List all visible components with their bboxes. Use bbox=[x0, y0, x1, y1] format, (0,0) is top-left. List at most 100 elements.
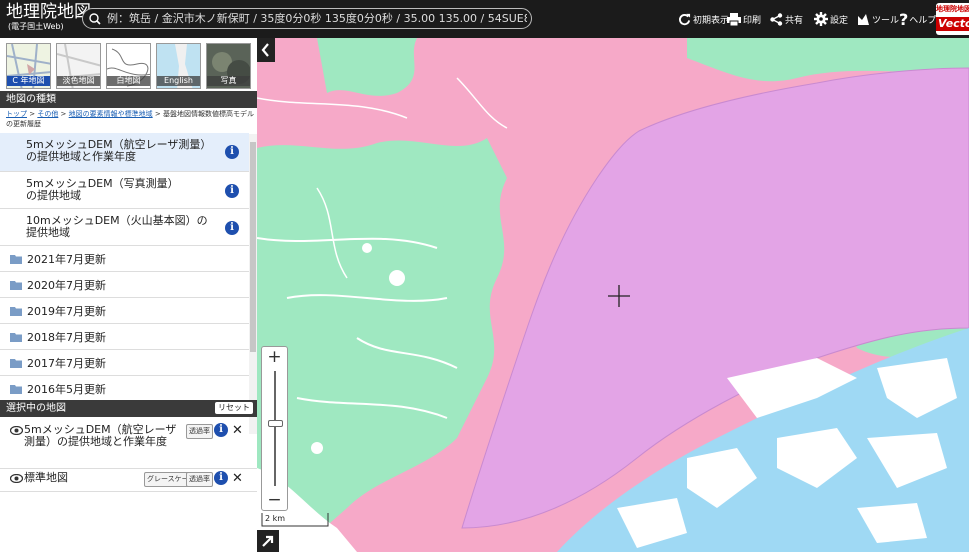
folder-icon bbox=[10, 306, 22, 316]
search-input[interactable] bbox=[105, 11, 529, 26]
folder-label: 2016年5月更新 bbox=[27, 382, 106, 396]
logo-subtitle: (電子国土Web) bbox=[8, 22, 64, 31]
vector-badge[interactable]: 地理院地図 Vector bbox=[936, 3, 969, 35]
folder-item[interactable]: 2019年7月更新 bbox=[0, 298, 249, 324]
zoom-slider-handle[interactable] bbox=[268, 419, 283, 427]
breadcrumb: トップ > その他 > 地図の要素情報や標準地域 > 基盤地図情報数値標高モデル… bbox=[6, 110, 254, 128]
layer-list: 5mメッシュDEM（航空レーザ測量）の提供地域と作業年度 i 5mメッシュDEM… bbox=[0, 133, 249, 433]
info-icon[interactable]: i bbox=[214, 423, 228, 437]
zoom-control: + − bbox=[261, 346, 288, 511]
selected-layer-label: 5mメッシュDEM（航空レーザ測量）の提供地域と作業年度 bbox=[24, 423, 177, 448]
selected-maps-title: 選択中の地図 bbox=[6, 403, 66, 414]
logo-title: 地理院地図 bbox=[6, 2, 91, 22]
base-map-selector: C 年地図 淡色地図 白地図 English 写真 bbox=[6, 43, 251, 91]
settings-button[interactable]: 設定 bbox=[814, 10, 848, 28]
map-green-area bbox=[317, 38, 417, 96]
settings-label: 設定 bbox=[830, 15, 849, 26]
info-icon[interactable]: i bbox=[225, 221, 239, 235]
base-map-english[interactable]: English bbox=[156, 43, 201, 89]
divider bbox=[0, 468, 257, 469]
breadcrumb-terrain[interactable]: 地図の要素情報や標準地域 bbox=[69, 110, 153, 118]
reset-button[interactable]: リセット bbox=[215, 402, 253, 414]
folder-item[interactable]: 2018年7月更新 bbox=[0, 324, 249, 350]
layer-item-dem10[interactable]: 10mメッシュDEM（火山基本図）の提供地域 i bbox=[0, 209, 249, 246]
base-map-standard[interactable]: C 年地図 bbox=[6, 43, 51, 89]
layer-item-label: 10mメッシュDEM（火山基本図）の提供地域 bbox=[26, 214, 208, 239]
folder-label: 2019年7月更新 bbox=[27, 304, 106, 318]
reset-view-label: 初期表示 bbox=[693, 15, 730, 26]
expand-arrow-icon bbox=[262, 535, 274, 547]
layer-panel: C 年地図 淡色地図 白地図 English 写真 地図の種類 トップ > その… bbox=[0, 38, 258, 552]
layer-item-label: 5mメッシュDEM（航空レーザ測量）の提供地域と作業年度 bbox=[26, 138, 212, 163]
folder-label: 2018年7月更新 bbox=[27, 330, 106, 344]
layer-item-dem5a[interactable]: 5mメッシュDEM（航空レーザ測量）の提供地域と作業年度 i bbox=[0, 133, 249, 172]
folder-label: 2017年7月更新 bbox=[27, 356, 106, 370]
map-layer bbox=[257, 38, 969, 552]
search-icon bbox=[89, 12, 101, 25]
folder-item[interactable]: 2017年7月更新 bbox=[0, 350, 249, 376]
transparency-button[interactable]: 透過率 bbox=[186, 424, 213, 439]
folder-item[interactable]: 2020年7月更新 bbox=[0, 272, 249, 298]
layer-tree-header: 地図の種類 bbox=[0, 91, 257, 108]
base-map-label: 写真 bbox=[207, 76, 250, 86]
selected-layer-dem: 5mメッシュDEM（航空レーザ測量）の提供地域と作業年度 透過率 i ✕ bbox=[0, 423, 257, 466]
map-white-patch bbox=[362, 243, 372, 253]
share-icon bbox=[770, 12, 783, 26]
eye-icon[interactable] bbox=[10, 426, 23, 435]
breadcrumb-top[interactable]: トップ bbox=[6, 110, 27, 118]
breadcrumb-other[interactable]: その他 bbox=[37, 110, 58, 118]
eye-icon[interactable] bbox=[10, 474, 23, 483]
refresh-icon bbox=[679, 13, 691, 25]
expand-map-button[interactable] bbox=[257, 530, 279, 552]
transparency-button[interactable]: 透過率 bbox=[186, 472, 213, 487]
zoom-out-button[interactable]: − bbox=[262, 490, 287, 510]
folder-icon bbox=[10, 280, 22, 290]
selected-maps-header: 選択中の地図 リセット bbox=[0, 400, 257, 417]
vector-badge-top: 地理院地図 bbox=[936, 5, 969, 13]
tools-label: ツール bbox=[872, 15, 900, 26]
print-label: 印刷 bbox=[743, 15, 762, 26]
tools-button[interactable]: ツール bbox=[857, 10, 899, 28]
selected-layer-standard: 標準地図 グレースケール 透過率 i ✕ bbox=[0, 471, 257, 488]
folder-icon bbox=[10, 332, 22, 342]
folder-icon bbox=[10, 254, 22, 264]
base-map-label: C 年地図 bbox=[7, 76, 50, 86]
folder-label: 2020年7月更新 bbox=[27, 278, 106, 292]
tools-icon bbox=[858, 13, 869, 25]
search-box[interactable] bbox=[82, 8, 532, 29]
base-map-label: English bbox=[157, 76, 200, 86]
vector-badge-main: Vector bbox=[936, 17, 969, 31]
base-map-photo[interactable]: 写真 bbox=[206, 43, 251, 89]
folder-label: 2021年7月更新 bbox=[27, 252, 106, 266]
close-icon[interactable]: ✕ bbox=[232, 472, 243, 485]
reset-view-button[interactable]: 初期表示 bbox=[678, 10, 729, 28]
folder-item[interactable]: 2021年7月更新 bbox=[0, 246, 249, 272]
help-label: ヘルプ bbox=[909, 15, 937, 26]
share-button[interactable]: 共有 bbox=[770, 10, 803, 28]
base-map-label: 白地図 bbox=[107, 76, 150, 86]
selected-layer-label: 標準地図 bbox=[24, 471, 68, 484]
zoom-slider-track[interactable] bbox=[274, 371, 276, 486]
info-icon[interactable]: i bbox=[225, 184, 239, 198]
site-logo[interactable]: 地理院地図 (電子国土Web) bbox=[6, 2, 91, 35]
scale-bar: 2 km bbox=[261, 513, 329, 527]
collapse-panel-button[interactable] bbox=[257, 38, 275, 62]
folder-icon bbox=[10, 384, 22, 394]
header-bar: 地理院地図 (電子国土Web) 初期表示 印刷 共有 設定 ツール ? ヘルプ … bbox=[0, 0, 969, 38]
layer-list-scrollbar[interactable] bbox=[249, 134, 257, 434]
zoom-in-button[interactable]: + bbox=[262, 347, 287, 367]
map-canvas[interactable] bbox=[257, 38, 969, 552]
map-white-patch bbox=[389, 270, 405, 286]
help-icon: ? bbox=[899, 9, 909, 29]
base-map-label: 淡色地図 bbox=[57, 76, 100, 86]
base-map-blank[interactable]: 白地図 bbox=[106, 43, 151, 89]
info-icon[interactable]: i bbox=[225, 145, 239, 159]
help-button[interactable]: ? ヘルプ bbox=[899, 9, 937, 29]
close-icon[interactable]: ✕ bbox=[232, 424, 243, 437]
info-icon[interactable]: i bbox=[214, 471, 228, 485]
layer-item-dem5b[interactable]: 5mメッシュDEM（写真測量）の提供地域 i bbox=[0, 172, 249, 209]
scrollbar-thumb[interactable] bbox=[250, 142, 256, 352]
print-button[interactable]: 印刷 bbox=[727, 10, 761, 28]
folder-item[interactable]: 2016年5月更新 bbox=[0, 376, 249, 402]
base-map-pale[interactable]: 淡色地図 bbox=[56, 43, 101, 89]
